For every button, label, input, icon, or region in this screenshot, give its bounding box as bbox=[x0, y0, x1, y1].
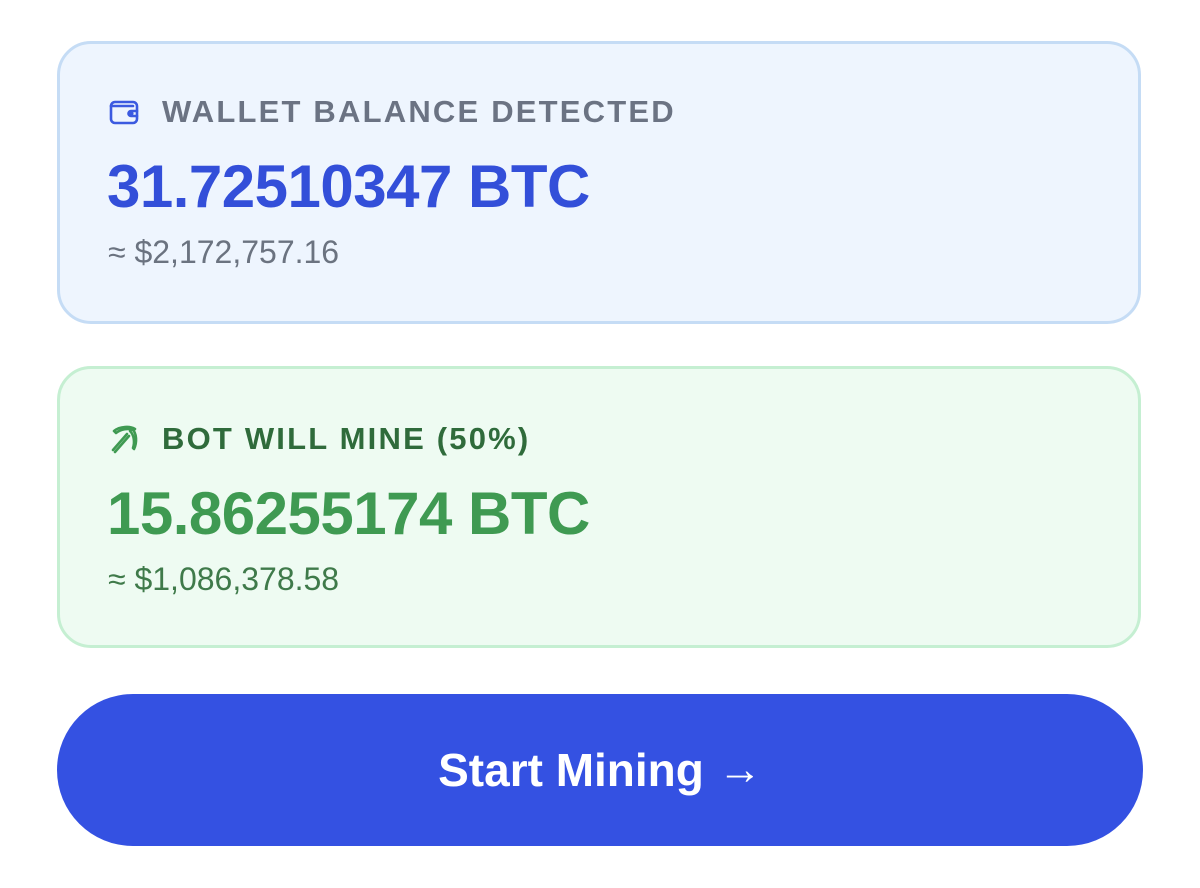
bot-mine-card: BOT WILL MINE (50%) 15.86255174 BTC ≈ $1… bbox=[57, 366, 1141, 648]
bot-mine-amount: 15.86255174 BTC bbox=[107, 480, 590, 547]
wallet-balance-label: WALLET BALANCE DETECTED bbox=[162, 94, 676, 129]
start-mining-button[interactable]: Start Mining → bbox=[57, 694, 1143, 846]
arrow-right-icon: → bbox=[717, 745, 762, 794]
pickaxe-icon bbox=[108, 423, 140, 455]
wallet-balance-card: WALLET BALANCE DETECTED 31.72510347 BTC … bbox=[57, 41, 1141, 324]
wallet-icon bbox=[108, 96, 140, 128]
bot-mine-label: BOT WILL MINE (50%) bbox=[162, 421, 531, 456]
wallet-balance-fiat: ≈ $2,172,757.16 bbox=[108, 234, 340, 270]
bot-mine-header: BOT WILL MINE (50%) bbox=[108, 421, 530, 457]
wallet-balance-amount: 31.72510347 BTC bbox=[107, 153, 590, 220]
wallet-balance-header: WALLET BALANCE DETECTED bbox=[108, 94, 676, 130]
mining-summary: WALLET BALANCE DETECTED 31.72510347 BTC … bbox=[0, 0, 1200, 888]
start-mining-label: Start Mining bbox=[438, 744, 704, 796]
bot-mine-fiat: ≈ $1,086,378.58 bbox=[108, 561, 340, 597]
